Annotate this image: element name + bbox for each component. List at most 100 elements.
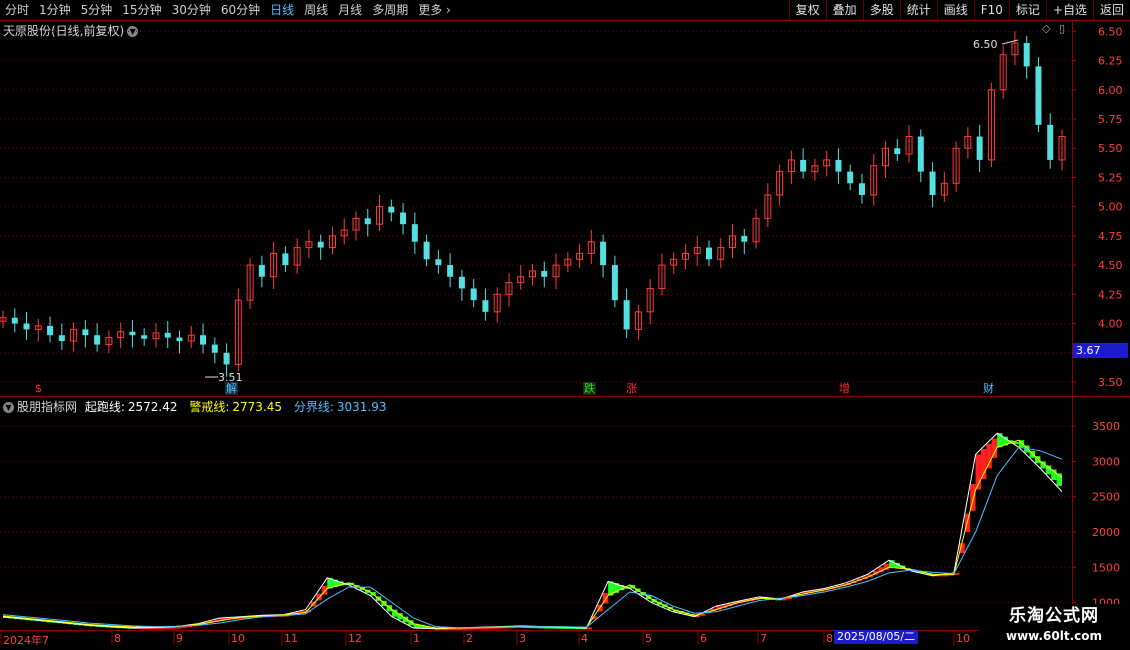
event-marker-finance[interactable]: 财 bbox=[982, 382, 995, 395]
indicator-bar bbox=[818, 589, 825, 592]
watermark: 乐淘公式网 www.60lt.com bbox=[978, 604, 1130, 650]
watermark-url: www.60lt.com bbox=[1005, 629, 1103, 643]
indicator-bar bbox=[181, 625, 187, 628]
tab-60min[interactable]: 60分钟 bbox=[216, 0, 265, 20]
indicator-bar bbox=[1007, 440, 1014, 444]
indicator-bar bbox=[516, 626, 522, 629]
indicator-bar bbox=[19, 617, 25, 620]
diamond-icon[interactable]: ◇ bbox=[1042, 22, 1050, 35]
indicator-bar bbox=[148, 627, 155, 630]
event-marker-increase[interactable]: 增 bbox=[838, 382, 851, 395]
price-tick-label: 6.00 bbox=[1098, 84, 1123, 97]
indicator-bar bbox=[305, 609, 311, 613]
indicator-bar bbox=[705, 611, 711, 614]
overlay-button[interactable]: 叠加 bbox=[825, 0, 863, 20]
x-axis-label: 10 bbox=[956, 632, 970, 645]
indicator-bar bbox=[694, 615, 700, 618]
x-axis-label: 2024年7 bbox=[3, 634, 49, 647]
candle-body bbox=[117, 331, 125, 339]
indicator-bar bbox=[624, 586, 630, 589]
indicator-bar bbox=[413, 623, 420, 628]
indicator-bar bbox=[635, 588, 641, 592]
event-marker-fall[interactable]: 跌 bbox=[583, 382, 596, 395]
indicator-name[interactable]: 股朋指标网 bbox=[17, 400, 77, 414]
restore-rights-button[interactable]: 复权 bbox=[788, 0, 826, 20]
candle-body bbox=[787, 159, 795, 173]
event-marker-unlock[interactable]: 解 bbox=[225, 382, 238, 395]
indicator-bar bbox=[932, 574, 938, 577]
multi-stock-button[interactable]: 多股 bbox=[862, 0, 900, 20]
draw-line-button[interactable]: 画线 bbox=[936, 0, 974, 20]
indicator-bar bbox=[575, 627, 582, 630]
indicator-bar bbox=[24, 618, 31, 621]
indicator-bar bbox=[613, 583, 619, 593]
tab-intraday[interactable]: 分时 bbox=[0, 0, 34, 20]
mark-button[interactable]: 标记 bbox=[1008, 0, 1046, 20]
candle-body bbox=[70, 328, 78, 342]
f10-button[interactable]: F10 bbox=[973, 0, 1009, 20]
candle-body bbox=[152, 332, 160, 340]
tab-5min[interactable]: 5分钟 bbox=[76, 0, 118, 20]
tab-30min[interactable]: 30分钟 bbox=[167, 0, 216, 20]
candle-body bbox=[517, 276, 525, 284]
x-axis-label: 11 bbox=[284, 632, 298, 645]
candle-body bbox=[717, 247, 725, 260]
indicator-bar bbox=[959, 543, 965, 554]
indicator-bar bbox=[505, 626, 511, 629]
indicator-bar bbox=[921, 571, 927, 574]
tab-daily[interactable]: 日线 bbox=[265, 0, 299, 20]
high-price-label: 6.50 bbox=[973, 38, 998, 51]
tab-more-label: 更多 bbox=[418, 3, 443, 17]
chevron-down-icon[interactable]: ▼ bbox=[3, 402, 14, 413]
tab-more[interactable]: 更多 › bbox=[413, 0, 456, 20]
indicator-bar bbox=[754, 598, 760, 600]
indicator-bar bbox=[851, 580, 857, 583]
indicator-bar bbox=[262, 615, 268, 618]
indicator-bar bbox=[813, 590, 819, 593]
candle-body bbox=[764, 194, 772, 219]
indicator-bar bbox=[678, 611, 684, 614]
indicator-bar bbox=[192, 624, 198, 627]
indicator-bar bbox=[699, 613, 706, 616]
indicator-bar bbox=[629, 584, 636, 589]
candle-body bbox=[835, 159, 842, 172]
window-toggle-icon[interactable]: ▯ bbox=[1059, 22, 1065, 35]
tab-15min[interactable]: 15分钟 bbox=[117, 0, 166, 20]
indicator-bar bbox=[89, 624, 95, 627]
candle-body bbox=[328, 235, 336, 249]
indicator-bar bbox=[618, 584, 625, 591]
x-axis-label: 4 bbox=[581, 632, 588, 645]
indicator-bar bbox=[1034, 456, 1041, 464]
statistics-button[interactable]: 统计 bbox=[899, 0, 937, 20]
indicator-bar bbox=[608, 581, 614, 596]
indicator-bar bbox=[770, 598, 776, 600]
candle-body bbox=[482, 300, 489, 312]
candle-body bbox=[187, 334, 195, 342]
indicator-bar bbox=[8, 616, 14, 619]
indicator-bar bbox=[986, 443, 992, 469]
price-tick-label: 4.50 bbox=[1098, 259, 1123, 272]
indicator-bar bbox=[975, 454, 981, 490]
chevron-down-icon[interactable]: ▼ bbox=[127, 26, 139, 37]
tab-multi-period[interactable]: 多周期 bbox=[367, 0, 413, 20]
tab-monthly[interactable]: 月线 bbox=[333, 0, 367, 20]
tab-1min[interactable]: 1分钟 bbox=[34, 0, 76, 20]
candle-body bbox=[894, 148, 901, 155]
chart-canvas: 6.50 6.25 6.00 5.75 5.50 5.25 5.00 4.75 4.50 4.25… bbox=[0, 21, 1130, 645]
add-watchlist-button[interactable]: +自选 bbox=[1045, 0, 1093, 20]
indicator-bar bbox=[316, 593, 322, 601]
tab-weekly[interactable]: 周线 bbox=[299, 0, 333, 20]
indicator-bar bbox=[1056, 473, 1062, 486]
event-marker-rise[interactable]: 涨 bbox=[625, 382, 638, 395]
back-button[interactable]: 返回 bbox=[1092, 0, 1130, 20]
price-grid bbox=[0, 30, 1072, 383]
price-tick-label: 3.50 bbox=[1098, 376, 1123, 389]
candle-body bbox=[587, 241, 595, 254]
indicator-bar bbox=[748, 599, 755, 602]
indicator-bar bbox=[737, 601, 744, 604]
indicator-bar bbox=[300, 610, 306, 614]
indicator-bar bbox=[165, 626, 171, 629]
indicator-bar bbox=[645, 595, 652, 600]
main-chart-title[interactable]: 天原股份(日线,前复权) ▼ bbox=[3, 22, 139, 39]
event-marker-dollar[interactable]: $ bbox=[34, 382, 43, 395]
